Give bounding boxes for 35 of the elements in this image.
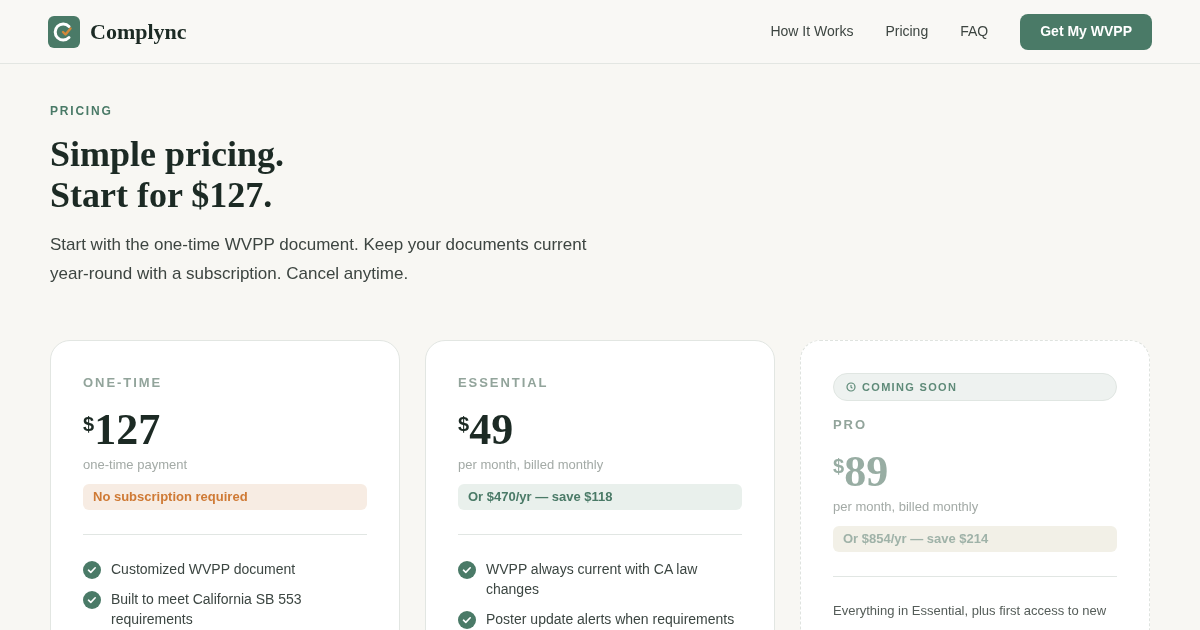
plan-price: 89 — [844, 448, 889, 495]
feature-text: Built to meet California SB 553 requirements — [111, 590, 303, 629]
clock-icon — [846, 382, 856, 392]
feature-text: Customized WVPP document — [111, 560, 296, 579]
currency-sign: $ — [833, 453, 845, 477]
plan-name: PRO — [833, 416, 869, 434]
logo-icon — [48, 15, 80, 48]
plan-note: No subscription required — [83, 484, 367, 510]
check-icon — [458, 561, 476, 579]
billing-period: per month, billed monthly — [458, 455, 605, 474]
cta-button[interactable]: Get My WVPP — [1020, 13, 1152, 50]
badge-label: COMING SOON — [862, 379, 958, 395]
plan-description: Everything in Essential, plus first access to new — [833, 602, 1108, 620]
plan-name: ESSENTIAL — [458, 374, 550, 392]
plan-note: Or $470/yr — save $118 — [458, 484, 742, 510]
plan-note: Or $854/yr — save $214 — [833, 526, 1117, 552]
billing-period: per month, billed monthly — [833, 497, 980, 516]
check-icon — [83, 591, 101, 609]
nav-link[interactable]: How It Works — [770, 21, 854, 42]
plan-price: 49 — [469, 406, 514, 453]
nav-link[interactable]: FAQ — [960, 21, 989, 42]
billing-period: one-time payment — [83, 455, 189, 474]
check-icon — [83, 561, 101, 579]
plan-name: ONE-TIME — [83, 374, 164, 392]
brand-name: Complync — [90, 18, 187, 46]
plan-price: 127 — [94, 406, 161, 453]
feature-text: Poster update alerts when requirements — [486, 610, 735, 629]
page-heading: Simple pricing. — [50, 134, 285, 175]
section-eyebrow: PRICING — [50, 103, 114, 120]
currency-sign: $ — [83, 411, 95, 435]
intro-paragraph: Start with the one-time WVPP document. Keep your documents current year-round with a subscription. Cancel anytime. — [50, 234, 588, 285]
page-heading: Start for $127. — [50, 175, 273, 216]
feature-text: WVPP always current with CA law changes — [486, 560, 699, 599]
nav-link[interactable]: Pricing — [885, 21, 929, 42]
currency-sign: $ — [458, 411, 470, 435]
